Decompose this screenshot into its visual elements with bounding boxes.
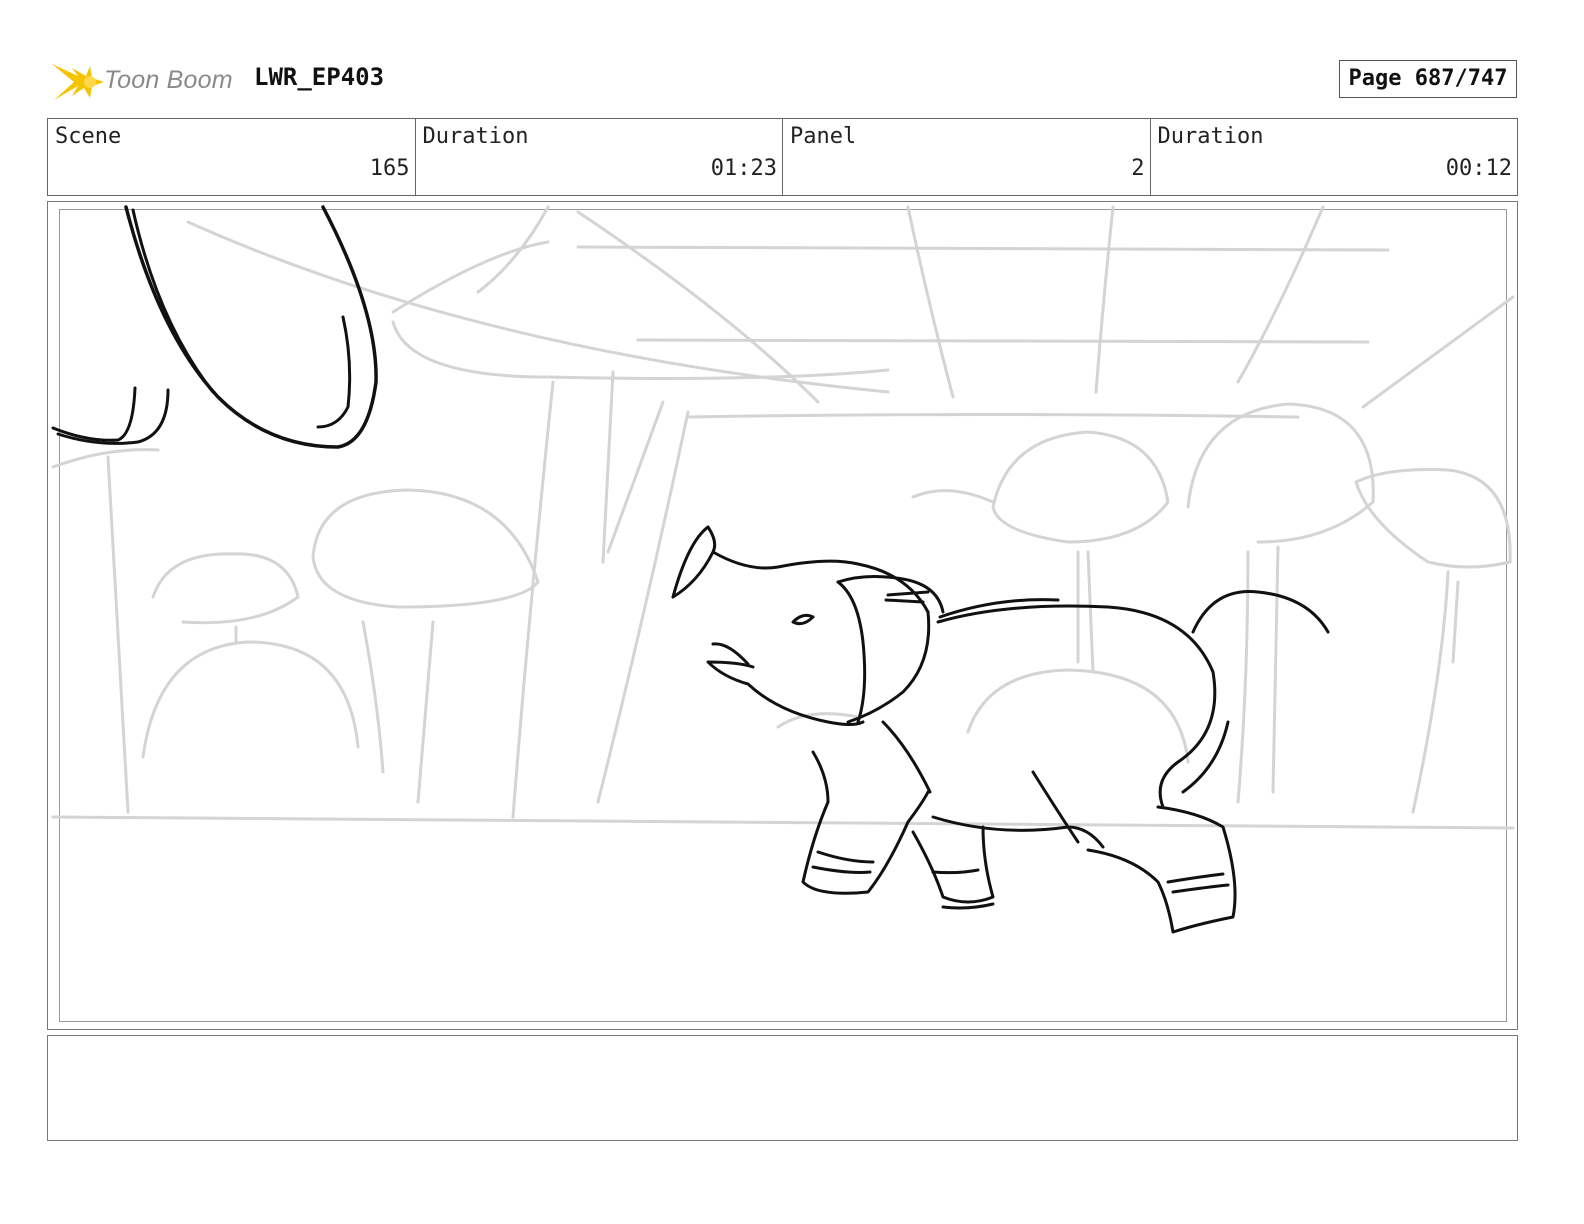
toon-boom-burst-icon xyxy=(52,64,104,100)
scene-duration-label: Duration xyxy=(422,124,529,149)
scene-cell: Scene 165 xyxy=(48,119,416,195)
giant-leg-right xyxy=(124,205,378,449)
scene-duration-cell: Duration 01:23 xyxy=(416,119,783,195)
logo-text: Toon Boom xyxy=(104,66,233,94)
panel-duration-value: 00:12 xyxy=(1445,156,1512,181)
creature-tail xyxy=(1191,590,1330,634)
scene-value: 165 xyxy=(369,156,410,181)
page-indicator: Page 687/747 xyxy=(1339,60,1517,98)
storyboard-panel xyxy=(47,201,1518,1030)
scene-duration-value: 01:23 xyxy=(710,156,777,181)
toon-boom-logo: Toon Boom xyxy=(50,56,240,106)
panel-duration-label: Duration xyxy=(1157,124,1264,149)
panel-notes xyxy=(47,1035,1518,1141)
panel-duration-cell: Duration 00:12 xyxy=(1151,119,1518,195)
panel-label: Panel xyxy=(790,124,857,149)
giant-leg-left xyxy=(51,386,137,442)
project-title: LWR_EP403 xyxy=(254,63,385,91)
background-sketch xyxy=(51,205,1515,830)
creature-eye xyxy=(791,613,815,626)
panel-cell: Panel 2 xyxy=(783,119,1151,195)
panel-sketch xyxy=(51,205,1515,934)
info-bar: Scene 165 Duration 01:23 Panel 2 Duratio… xyxy=(47,118,1518,196)
creature-ear xyxy=(836,580,867,724)
scene-label: Scene xyxy=(55,124,122,149)
creature-second-leg xyxy=(911,825,995,904)
panel-value: 2 xyxy=(1131,156,1145,181)
